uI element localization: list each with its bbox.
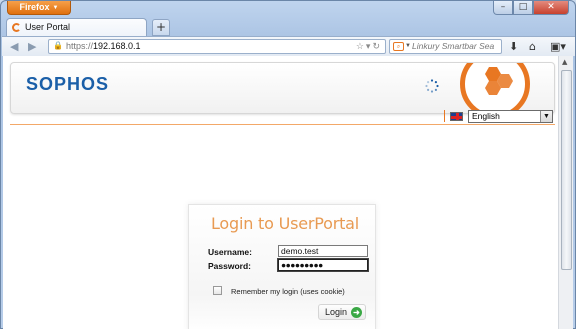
username-input[interactable]: demo.test <box>278 245 368 257</box>
minimize-button[interactable]: – <box>493 1 513 15</box>
username-label: Username: <box>208 247 252 257</box>
sophos-shield-graphic <box>460 63 530 113</box>
forward-arrow-icon[interactable]: ▶ <box>28 40 36 53</box>
vertical-scrollbar[interactable]: ▲ <box>558 56 573 329</box>
password-input[interactable]: ●●●●●●●●● <box>277 258 369 272</box>
login-button-label: Login <box>325 307 348 317</box>
scroll-up-icon[interactable]: ▲ <box>562 58 567 66</box>
firefox-menu-label: Firefox <box>19 2 50 12</box>
language-selected-value: English <box>472 111 500 121</box>
remember-label: Remember my login (uses cookie) <box>231 287 345 296</box>
download-icon[interactable]: ⬇ <box>509 40 518 53</box>
search-engine-icon[interactable]: ⌕ <box>393 42 404 51</box>
loading-spinner-icon <box>425 79 439 93</box>
plus-icon: + <box>155 20 167 34</box>
login-title: Login to UserPortal <box>211 214 360 233</box>
go-arrow-icon: ➜ <box>351 307 362 318</box>
scrollbar-thumb[interactable] <box>561 70 572 270</box>
language-separator <box>444 110 445 122</box>
home-icon[interactable]: ⌂ <box>529 40 536 53</box>
tab-title: User Portal <box>25 22 71 32</box>
chevron-down-icon: ▼ <box>405 43 411 49</box>
login-button[interactable]: Login ➜ <box>318 304 366 320</box>
reload-icon[interactable]: ↻ <box>372 41 382 51</box>
sophos-favicon-icon <box>12 23 21 32</box>
page-viewport: SOPHOS English ▼ Login to UserPortal Use… <box>3 56 558 329</box>
window-controls: – □ ✕ <box>493 1 569 15</box>
chevron-down-icon: ▼ <box>52 5 59 11</box>
password-label: Password: <box>208 261 251 271</box>
language-select[interactable]: English ▼ <box>468 110 553 123</box>
maximize-button[interactable]: □ <box>513 1 533 15</box>
chevron-down-icon[interactable]: ▼ <box>540 111 552 122</box>
firefox-menu-button[interactable]: Firefox ▼ <box>7 1 71 15</box>
search-placeholder: Linkury Smartbar Sea <box>412 41 495 51</box>
honeycomb-icon <box>485 67 513 95</box>
new-tab-button[interactable]: + <box>152 19 170 36</box>
close-button[interactable]: ✕ <box>533 1 569 15</box>
star-icon[interactable]: ☆ <box>356 41 366 51</box>
sophos-logo: SOPHOS <box>26 74 110 94</box>
page-header: SOPHOS <box>10 62 555 114</box>
uk-flag-icon <box>450 112 463 121</box>
tab-user-portal[interactable]: User Portal <box>6 18 147 37</box>
url-protocol: https:// <box>66 41 94 51</box>
address-bar[interactable]: 🔒 https://192.168.0.1 ☆▾↻ <box>48 39 386 54</box>
back-arrow-icon[interactable]: ◀ <box>10 40 18 53</box>
url-action-icons: ☆▾↻ <box>356 40 382 53</box>
url-host: 192.168.0.1 <box>93 41 141 51</box>
login-panel: Login to UserPortal Username: demo.test … <box>188 204 376 329</box>
menu-icon[interactable]: ▣▾ <box>550 40 566 53</box>
search-bar[interactable]: ⌕ ▼ Linkury Smartbar Sea <box>389 39 502 54</box>
remember-checkbox[interactable] <box>213 286 222 295</box>
lock-icon: 🔒 <box>53 41 63 50</box>
navigation-toolbar: ◀ ▶ 🔒 https://192.168.0.1 ☆▾↻ ⌕ ▼ Linkur… <box>2 36 575 56</box>
